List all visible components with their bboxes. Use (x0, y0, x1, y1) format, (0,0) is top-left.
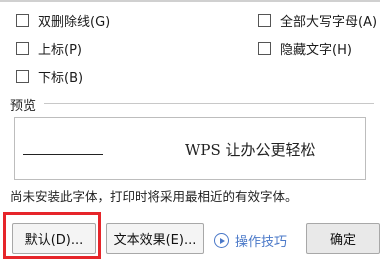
font-not-installed-note: 尚未安装此字体，打印时将采用最相近的有效字体。 (10, 189, 298, 204)
preview-section-title: 预览 (10, 99, 37, 114)
hidden-text-label: 隐藏文字(H) (280, 42, 352, 58)
all-caps-checkbox-row[interactable]: 全部大写字母(A) (258, 10, 377, 30)
play-circle-icon (214, 233, 229, 248)
top-divider (0, 0, 380, 2)
subscript-checkbox[interactable] (16, 69, 29, 83)
all-caps-label: 全部大写字母(A) (280, 14, 378, 30)
hidden-text-checkbox-row[interactable]: 隐藏文字(H) (258, 38, 352, 58)
preview-box: WPS 让办公更轻松 (14, 117, 366, 180)
tips-link-label: 操作技巧 (235, 235, 288, 250)
text-effects-button[interactable]: 文本效果(E)... (106, 223, 204, 254)
double-strikethrough-checkbox-row[interactable]: 双删除线(G) (16, 10, 110, 30)
default-button[interactable]: 默认(D)... (12, 223, 96, 254)
double-strikethrough-label: 双删除线(G) (38, 14, 111, 30)
hidden-text-checkbox[interactable] (258, 41, 271, 55)
superscript-checkbox-row[interactable]: 上标(P) (16, 38, 82, 58)
preview-sample-text: WPS 让办公更轻松 (185, 141, 316, 159)
superscript-label: 上标(P) (38, 42, 82, 58)
preview-baseline (23, 154, 103, 155)
preview-section-divider (44, 103, 374, 104)
all-caps-checkbox[interactable] (258, 13, 271, 27)
superscript-checkbox[interactable] (16, 41, 29, 55)
subscript-label: 下标(B) (38, 70, 84, 86)
subscript-checkbox-row[interactable]: 下标(B) (16, 66, 83, 86)
double-strikethrough-checkbox[interactable] (16, 13, 29, 27)
ok-button[interactable]: 确定 (306, 223, 380, 254)
tips-link[interactable]: 操作技巧 (214, 231, 287, 250)
